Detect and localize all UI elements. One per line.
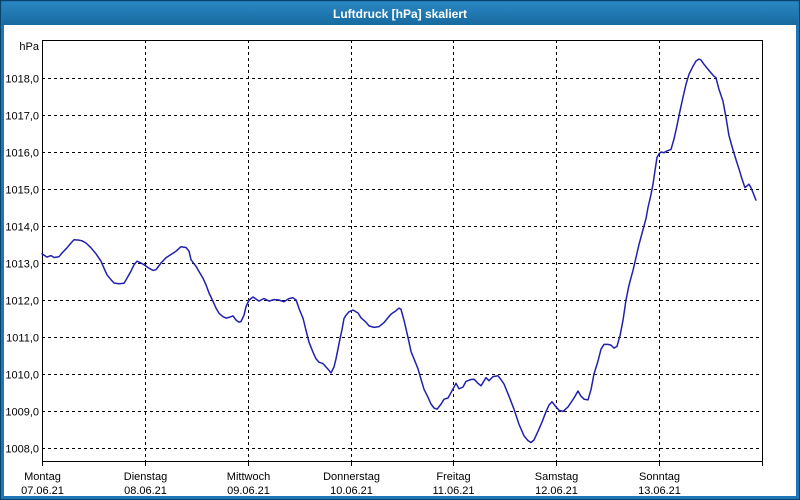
y-tick-label: 1012,0 [5, 296, 39, 308]
x-day-label: Dienstag [124, 471, 167, 483]
x-date-label: 13.06.21 [638, 485, 681, 497]
y-axis-unit-label: hPa [19, 41, 39, 53]
x-date-label: 10.06.21 [330, 485, 373, 497]
y-tick-label: 1008,0 [5, 444, 39, 456]
x-day-label: Sonntag [639, 471, 680, 483]
x-day-label: Samstag [535, 471, 578, 483]
x-day-label: Montag [24, 471, 61, 483]
y-tick-label: 1011,0 [6, 333, 39, 345]
y-tick-label: 1014,0 [5, 222, 39, 234]
y-tick-label: 1015,0 [5, 185, 39, 197]
app-window: Luftdruck [hPa] skaliert hPa 1018,0 1017,… [0, 0, 800, 500]
x-day-label: Mittwoch [227, 471, 270, 483]
x-date-label: 09.06.21 [227, 485, 270, 497]
y-tick-label: 1018,0 [5, 74, 39, 86]
pressure-curve [41, 58, 757, 444]
plot-border [42, 40, 763, 462]
y-tick-label: 1010,0 [5, 370, 39, 382]
y-tick-label: 1013,0 [5, 259, 39, 271]
y-tick-label: 1009,0 [5, 407, 39, 419]
x-date-label: 08.06.21 [124, 485, 167, 497]
pressure-line-chart: hPa 1018,0 1017,0 1016,0 1015,0 1014,0 1013,0… [5, 40, 763, 497]
x-date-label: 12.06.21 [535, 485, 578, 497]
x-day-label: Donnerstag [323, 471, 380, 483]
x-date-label: 07.06.21 [21, 485, 64, 497]
x-day-label: Freitag [436, 471, 470, 483]
y-tick-label: 1016,0 [5, 148, 39, 160]
y-tick-label: 1017,0 [5, 111, 39, 123]
x-date-label: 11.06.21 [432, 485, 474, 497]
